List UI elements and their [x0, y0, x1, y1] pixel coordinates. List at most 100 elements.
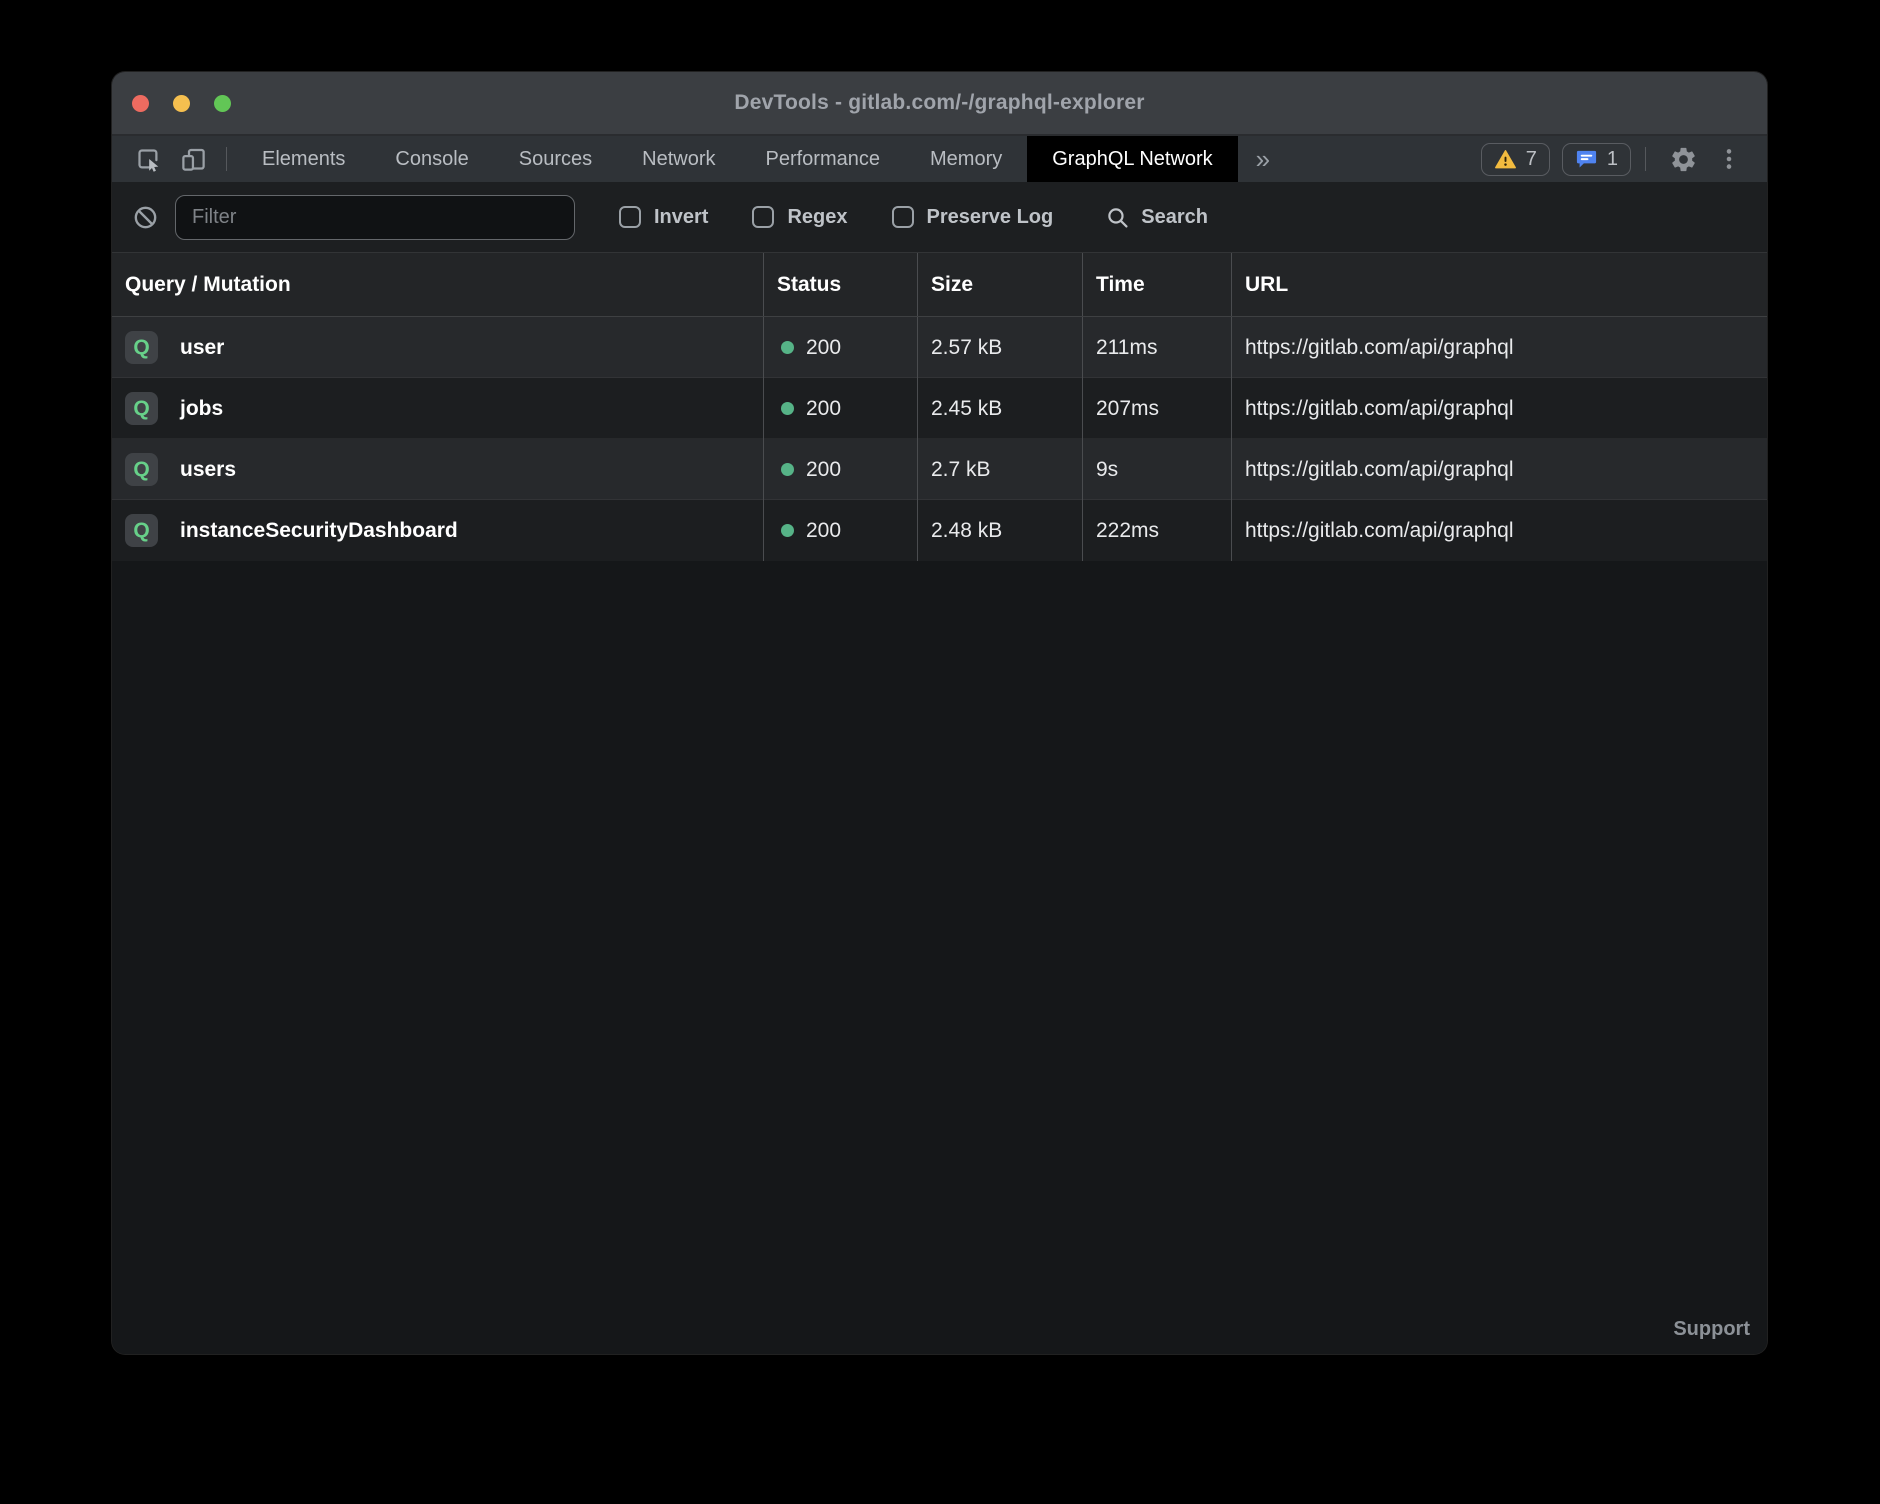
tab-label: Sources	[519, 148, 592, 171]
query-name: user	[180, 336, 224, 360]
filter-input[interactable]	[175, 195, 575, 240]
query-cell: Q jobs	[112, 378, 764, 439]
url-cell: https://gitlab.com/api/graphql	[1232, 500, 1767, 561]
search-icon	[1105, 205, 1130, 230]
invert-checkbox[interactable]	[619, 206, 641, 228]
devtools-window: DevTools - gitlab.com/-/graphql-explorer…	[112, 72, 1767, 1354]
message-bubble-icon	[1575, 148, 1598, 171]
tab-performance[interactable]: Performance	[741, 136, 906, 182]
query-cell: Q user	[112, 317, 764, 378]
tab-network[interactable]: Network	[617, 136, 740, 182]
regex-checkbox-group[interactable]: Regex	[752, 206, 847, 229]
tab-elements[interactable]: Elements	[237, 136, 370, 182]
device-toolbar-icon	[180, 146, 207, 173]
status-code: 200	[806, 336, 841, 360]
column-header-url[interactable]: URL	[1232, 253, 1767, 316]
tab-sources[interactable]: Sources	[494, 136, 617, 182]
status-cell: 200	[764, 317, 918, 378]
traffic-lights	[132, 72, 231, 134]
time-cell: 211ms	[1083, 317, 1232, 378]
query-type-badge: Q	[125, 331, 158, 364]
more-options-button[interactable]	[1707, 136, 1751, 182]
preserve-log-checkbox[interactable]	[892, 206, 914, 228]
preserve-log-checkbox-group[interactable]: Preserve Log	[892, 206, 1054, 229]
tab-memory[interactable]: Memory	[905, 136, 1027, 182]
devtools-tabbar: Elements Console Sources Network Performance…	[112, 136, 1767, 182]
requests-table-body: Q user 200 2.57 kB 211ms https://gitlab.…	[112, 317, 1767, 561]
request-row[interactable]: Q user 200 2.57 kB 211ms https://gitlab.…	[112, 317, 1767, 378]
invert-checkbox-group[interactable]: Invert	[619, 206, 708, 229]
message-count: 1	[1607, 148, 1618, 171]
badges-divider	[1645, 147, 1646, 171]
status-code: 200	[806, 458, 841, 482]
issues-warning-badge[interactable]: 7	[1481, 143, 1550, 176]
query-type-badge: Q	[125, 514, 158, 547]
request-row[interactable]: Q instanceSecurityDashboard 200 2.48 kB …	[112, 500, 1767, 561]
status-cell: 200	[764, 500, 918, 561]
query-cell: Q users	[112, 439, 764, 500]
time-cell: 222ms	[1083, 500, 1232, 561]
clear-requests-button[interactable]	[132, 204, 159, 231]
query-cell: Q instanceSecurityDashboard	[112, 500, 764, 561]
query-name: jobs	[180, 397, 223, 421]
search-label: Search	[1141, 206, 1208, 229]
settings-button[interactable]	[1660, 136, 1707, 182]
tab-label: Memory	[930, 148, 1002, 171]
tab-strip: Elements Console Sources Network Performance…	[237, 136, 1238, 182]
column-header-time[interactable]: Time	[1083, 253, 1232, 316]
size-cell: 2.45 kB	[918, 378, 1083, 439]
status-code: 200	[806, 397, 841, 421]
kebab-menu-icon	[1716, 146, 1742, 172]
support-link[interactable]: Support	[1673, 1318, 1750, 1341]
size-cell: 2.7 kB	[918, 439, 1083, 500]
regex-checkbox[interactable]	[752, 206, 774, 228]
time-cell: 9s	[1083, 439, 1232, 500]
tab-label: Performance	[766, 148, 881, 171]
tab-label: Console	[395, 148, 468, 171]
status-code: 200	[806, 519, 841, 543]
tab-console[interactable]: Console	[370, 136, 493, 182]
tab-label: Network	[642, 148, 715, 171]
column-header-query-mutation[interactable]: Query / Mutation	[112, 253, 764, 316]
status-cell: 200	[764, 439, 918, 500]
block-icon	[132, 204, 159, 231]
more-tabs-button[interactable]: »	[1238, 136, 1288, 182]
titlebar: DevTools - gitlab.com/-/graphql-explorer	[112, 72, 1767, 136]
close-button[interactable]	[132, 95, 149, 112]
column-header-status[interactable]: Status	[764, 253, 918, 316]
toolbar-divider	[226, 147, 227, 171]
gear-icon	[1669, 145, 1698, 174]
size-cell: 2.57 kB	[918, 317, 1083, 378]
window-title: DevTools - gitlab.com/-/graphql-explorer	[734, 91, 1144, 115]
column-header-size[interactable]: Size	[918, 253, 1083, 316]
messages-badge[interactable]: 1	[1562, 143, 1631, 176]
request-row[interactable]: Q jobs 200 2.45 kB 207ms https://gitlab.…	[112, 378, 1767, 439]
url-cell: https://gitlab.com/api/graphql	[1232, 439, 1767, 500]
requests-table-header: Query / Mutation Status Size Time URL	[112, 252, 1767, 317]
device-toolbar-button[interactable]	[171, 136, 216, 182]
warning-triangle-icon	[1494, 148, 1517, 171]
status-ok-dot-icon	[781, 402, 794, 415]
empty-area	[112, 561, 1767, 1354]
inspect-cursor-icon	[135, 146, 162, 173]
tab-graphql-network[interactable]: GraphQL Network	[1027, 136, 1237, 182]
tab-label: Elements	[262, 148, 345, 171]
warning-count: 7	[1526, 148, 1537, 171]
regex-label: Regex	[787, 206, 847, 229]
inspect-element-button[interactable]	[126, 136, 171, 182]
zoom-button[interactable]	[214, 95, 231, 112]
status-cell: 200	[764, 378, 918, 439]
search-button[interactable]: Search	[1105, 205, 1208, 230]
status-ok-dot-icon	[781, 463, 794, 476]
query-type-badge: Q	[125, 453, 158, 486]
status-ok-dot-icon	[781, 524, 794, 537]
request-row[interactable]: Q users 200 2.7 kB 9s https://gitlab.com…	[112, 439, 1767, 500]
time-cell: 207ms	[1083, 378, 1232, 439]
query-name: instanceSecurityDashboard	[180, 519, 458, 543]
status-ok-dot-icon	[781, 341, 794, 354]
query-name: users	[180, 458, 236, 482]
size-cell: 2.48 kB	[918, 500, 1083, 561]
minimize-button[interactable]	[173, 95, 190, 112]
invert-label: Invert	[654, 206, 708, 229]
filter-toolbar: Invert Regex Preserve Log Search	[112, 182, 1767, 252]
